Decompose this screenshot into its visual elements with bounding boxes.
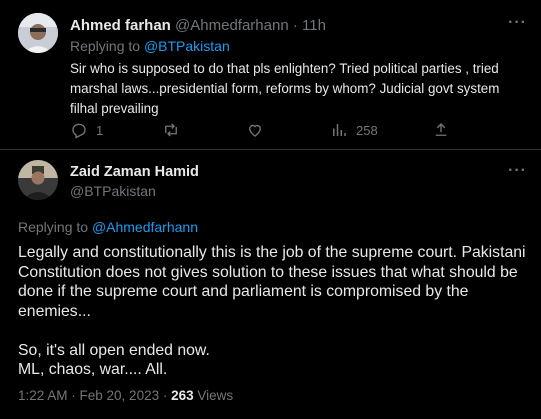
replying-prefix: Replying to xyxy=(18,219,92,235)
replying-to: Replying to @Ahmedfarhann xyxy=(18,219,198,235)
reply-tweet[interactable]: Ahmed farhan @Ahmedfarhann · 11h ··· Rep… xyxy=(0,0,541,150)
reply-icon xyxy=(72,123,86,139)
avatar[interactable] xyxy=(18,160,58,200)
views-icon xyxy=(333,124,346,136)
tweet-paragraph: Legally and constitutionally this is the… xyxy=(18,244,526,320)
tweet-line: So, it's all open ended now. xyxy=(18,341,210,359)
separator: · xyxy=(292,17,298,34)
views-count: 263 xyxy=(171,388,194,403)
time-ago[interactable]: 11h xyxy=(302,17,326,34)
timestamp-link[interactable]: 1:22 AM · Feb 20, 2023 · xyxy=(18,388,171,403)
more-icon[interactable]: ··· xyxy=(508,162,527,180)
share-button[interactable] xyxy=(432,121,450,139)
tweet-meta: 1:22 AM · Feb 20, 2023 · 263 Views xyxy=(18,388,233,403)
more-icon[interactable]: ··· xyxy=(508,14,527,32)
replying-to: Replying to @BTPakistan xyxy=(70,38,230,54)
like-button[interactable] xyxy=(246,121,272,139)
tweet-paragraph: So, it's all open ended now. ML, chaos, w… xyxy=(18,341,528,380)
reply-button[interactable]: 1 xyxy=(70,121,103,139)
tweet-line: ML, chaos, war.... All. xyxy=(18,361,168,378)
replying-prefix: Replying to xyxy=(70,38,144,54)
avatar[interactable] xyxy=(18,13,58,53)
replying-mention-link[interactable]: @BTPakistan xyxy=(144,38,230,54)
avatar-photo-icon xyxy=(18,13,58,53)
author-name[interactable]: Ahmed farhan xyxy=(70,17,171,34)
avatar-photo-icon xyxy=(18,160,58,200)
like-icon xyxy=(249,124,261,137)
retweet-icon xyxy=(165,123,177,137)
author-handle[interactable]: @Ahmedfarhann xyxy=(175,17,289,34)
share-icon xyxy=(435,123,447,136)
views-button[interactable]: 258 xyxy=(330,121,378,139)
tweet-text: Sir who is supposed to do that pls enlig… xyxy=(70,61,500,116)
replying-mention-link[interactable]: @Ahmedfarhann xyxy=(92,219,198,235)
reply-count: 1 xyxy=(96,122,104,138)
action-bar: 1 258 xyxy=(70,121,530,141)
tweet-text: Legally and constitutionally this is the… xyxy=(18,243,528,380)
views-count: 258 xyxy=(356,122,378,138)
author-name[interactable]: Zaid Zaman Hamid xyxy=(70,164,199,180)
retweet-button[interactable] xyxy=(162,121,188,139)
author-handle[interactable]: @BTPakistan xyxy=(70,183,156,199)
views-label: Views xyxy=(193,388,234,403)
